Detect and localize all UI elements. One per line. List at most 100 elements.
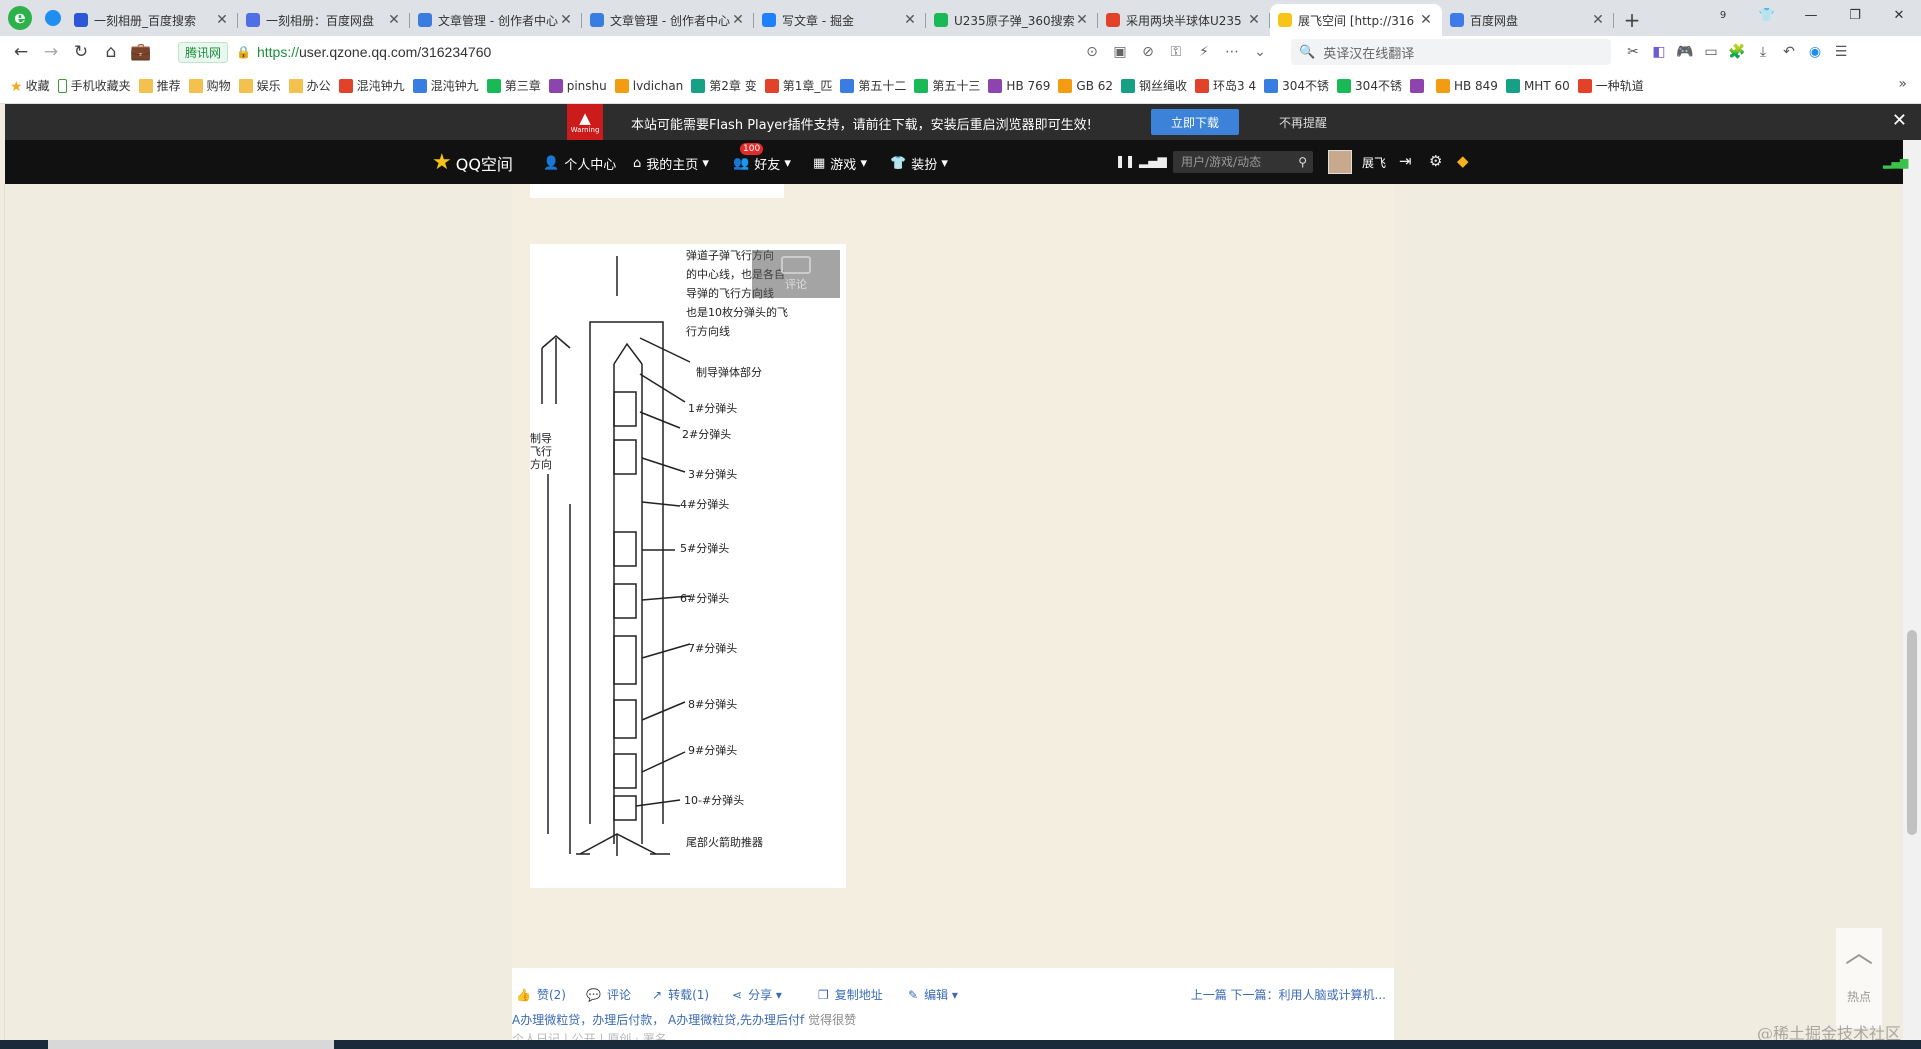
qzone-search-input[interactable]: 用户/游戏/动态 ⚲ — [1173, 151, 1313, 173]
bookmarks-more-icon[interactable]: » — [1898, 76, 1907, 92]
bookmark-item[interactable]: 第2章 变 — [691, 77, 757, 94]
window-icon[interactable]: ▭ — [1698, 44, 1724, 60]
key-icon[interactable]: ⚿ — [1162, 44, 1190, 60]
qzone-logo[interactable]: ★ QQ空间 — [432, 150, 513, 175]
tab-close-icon[interactable]: ✕ — [1074, 12, 1090, 28]
avatar[interactable] — [1328, 150, 1352, 174]
bookmark-item[interactable]: 娱乐 — [238, 77, 281, 94]
nav-friends[interactable]: 👥 好友 ▾ — [733, 154, 791, 173]
browser-tab[interactable]: 一刻相册_百度搜索 ✕ — [66, 4, 238, 36]
more-icon[interactable]: ⋯ — [1218, 44, 1246, 60]
tab-close-icon[interactable]: ✕ — [558, 12, 574, 28]
share-button[interactable]: ⋖ 分享 ▾ — [732, 986, 782, 1003]
bookmark-item[interactable]: HB 849 — [1435, 78, 1498, 93]
forward-button[interactable]: ↗ 转载(1) — [652, 986, 709, 1003]
download-icon[interactable]: ⤓ — [1750, 44, 1776, 60]
browser-search-input[interactable]: 🔍 英译汉在线翻译 — [1291, 39, 1611, 65]
bookmark-item[interactable]: 钢丝绳收 — [1121, 77, 1187, 94]
browser-tab[interactable]: 展飞空间 [http://316 ✕ — [1270, 4, 1442, 36]
bookmark-item[interactable]: 环岛3 4 — [1195, 77, 1256, 94]
username[interactable]: 展飞 — [1362, 154, 1386, 171]
tab-close-icon[interactable]: ✕ — [1590, 12, 1606, 28]
browser-tab[interactable]: 文章管理 - 创作者中心 ✕ — [410, 4, 582, 36]
tab-close-icon[interactable]: ✕ — [1418, 12, 1434, 28]
briefcase-icon[interactable]: 💼 — [126, 38, 156, 66]
like-button[interactable]: 👍 赞(2) — [516, 986, 566, 1003]
scissors-icon[interactable]: ✂ — [1620, 44, 1646, 60]
undo-icon[interactable]: ↶ — [1776, 44, 1802, 60]
bookmark-item[interactable]: 一种轨道 — [1577, 77, 1644, 94]
nav-games[interactable]: ▦ 游戏 ▾ — [813, 154, 867, 173]
bookmark-item[interactable]: pinshu — [548, 78, 607, 93]
back-to-top-button[interactable]: ︿ 热点 — [1836, 928, 1882, 1028]
forward-button[interactable]: → — [36, 38, 66, 66]
browser-tab[interactable]: 一刻相册：百度网盘 ✕ — [238, 4, 410, 36]
nav-dress-up[interactable]: 👕 装扮 ▾ — [890, 154, 948, 173]
bookmark-item[interactable]: 304不锈 — [1337, 77, 1402, 94]
bookmark-item[interactable]: 第五十三 — [914, 77, 980, 94]
lightning-icon[interactable]: ⚡ — [1190, 44, 1218, 60]
flash-dismiss-link[interactable]: 不再提醒 — [1279, 114, 1327, 131]
target-icon[interactable]: ⊙ — [1078, 44, 1106, 60]
logout-icon[interactable]: ⇥ — [1399, 152, 1412, 170]
bookmark-item[interactable]: 办公 — [288, 77, 331, 94]
browser-tab[interactable]: 文章管理 - 创作者中心 ✕ — [582, 4, 754, 36]
bookmark-item[interactable] — [1409, 78, 1428, 93]
bookmark-item[interactable]: 推荐 — [138, 77, 181, 94]
tab-close-icon[interactable]: ✕ — [214, 12, 230, 28]
bookmark-item[interactable]: 304不锈 — [1264, 77, 1329, 94]
url-field[interactable]: 腾讯网 🔒 https://user.qzone.qq.com/31623476… — [176, 38, 1274, 66]
puzzle-icon[interactable]: 🧩 — [1724, 44, 1750, 60]
browser-logo-icon[interactable]: e — [0, 0, 40, 36]
bookmark-item[interactable]: 混沌钟九 — [412, 77, 479, 94]
flash-download-button[interactable]: 立即下载 — [1151, 109, 1239, 135]
back-button[interactable]: ← — [6, 38, 36, 66]
bookmark-item[interactable]: 混沌钟九 — [338, 77, 405, 94]
tab-close-icon[interactable]: ✕ — [730, 12, 746, 28]
scroll-thumb[interactable] — [1907, 630, 1917, 835]
search-icon[interactable]: ⚲ — [1298, 151, 1307, 173]
gear-icon[interactable]: ⚙ — [1429, 152, 1442, 170]
browser-tab[interactable]: 写文章 - 掘金 ✕ — [754, 4, 926, 36]
edit-button[interactable]: ✎ 编辑 ▾ — [908, 986, 958, 1003]
warhead-sketch-image[interactable]: 弹道子弹飞行方向 的中心线，也是各自 导弹的飞行方向线 也是10枚分弹头的飞 行… — [530, 244, 846, 888]
page-scrollbar[interactable] — [1903, 140, 1921, 1040]
nav-my-home[interactable]: ⌂ 我的主页 ▾ — [633, 154, 709, 173]
browser-tab[interactable]: 采用两块半球体U235 ✕ — [1098, 4, 1270, 36]
compass-icon[interactable]: ⊘ — [1134, 44, 1162, 60]
home-button[interactable]: ⌂ — [96, 38, 126, 66]
nav-personal-center[interactable]: 👤 个人中心 — [543, 154, 616, 173]
bookmark-item[interactable]: lvdichan — [614, 78, 683, 93]
prev-next-links[interactable]: 上一篇 下一篇：利用人脑或计算机... — [1191, 986, 1386, 1003]
tab-close-icon[interactable]: ✕ — [1246, 12, 1262, 28]
new-tab-button[interactable]: + — [1614, 4, 1650, 36]
shirt-icon[interactable]: 👕 — [1745, 0, 1789, 30]
tab-close-icon[interactable]: ✕ — [902, 12, 918, 28]
diamond-icon[interactable]: ◆ — [1457, 152, 1469, 170]
browser-tab[interactable]: U235原子弹_360搜索 ✕ — [926, 4, 1098, 36]
tags-line[interactable]: A办理微粒贷，办理后付款， A办理微粒贷,先办理后付f 觉得很赞 — [512, 1011, 856, 1028]
bookmark-item[interactable]: 第三章 — [486, 77, 541, 94]
chevron-down-icon[interactable]: ⌄ — [1246, 44, 1274, 60]
gamepad-icon[interactable]: 🎮 — [1672, 44, 1698, 60]
bookmark-item[interactable]: 手机收藏夹 — [57, 77, 131, 94]
close-window-icon[interactable]: ✕ — [1877, 0, 1921, 30]
bookmark-item[interactable]: GB 62 — [1058, 78, 1113, 93]
image-comment-button[interactable]: 评论 — [752, 250, 840, 298]
signal-bars-icon[interactable]: ▂▄▆ — [1139, 154, 1167, 168]
menu-icon[interactable]: ☰ — [1828, 44, 1854, 60]
restore-icon[interactable]: ❐ — [1833, 0, 1877, 30]
edge-icon[interactable]: ◉ — [1802, 44, 1828, 60]
bookmark-item[interactable]: MHT 60 — [1505, 78, 1570, 93]
bookmark-item[interactable]: ★ 收藏 — [10, 77, 50, 95]
bookmark-item[interactable]: 第1章_匹 — [764, 77, 832, 94]
send-icon[interactable] — [40, 0, 66, 36]
pause-icon[interactable]: ❚❚ — [1115, 154, 1135, 168]
bookmark-item[interactable]: HB 769 — [988, 78, 1050, 93]
minimize-icon[interactable]: — — [1789, 0, 1833, 30]
bookmark-item[interactable]: 第五十二 — [840, 77, 906, 94]
tab-count-icon[interactable]: 9 — [1701, 0, 1745, 30]
tab-close-icon[interactable]: ✕ — [386, 12, 402, 28]
comment-button[interactable]: 💬 评论 — [586, 986, 631, 1003]
bookmark-item[interactable]: 购物 — [188, 77, 231, 94]
